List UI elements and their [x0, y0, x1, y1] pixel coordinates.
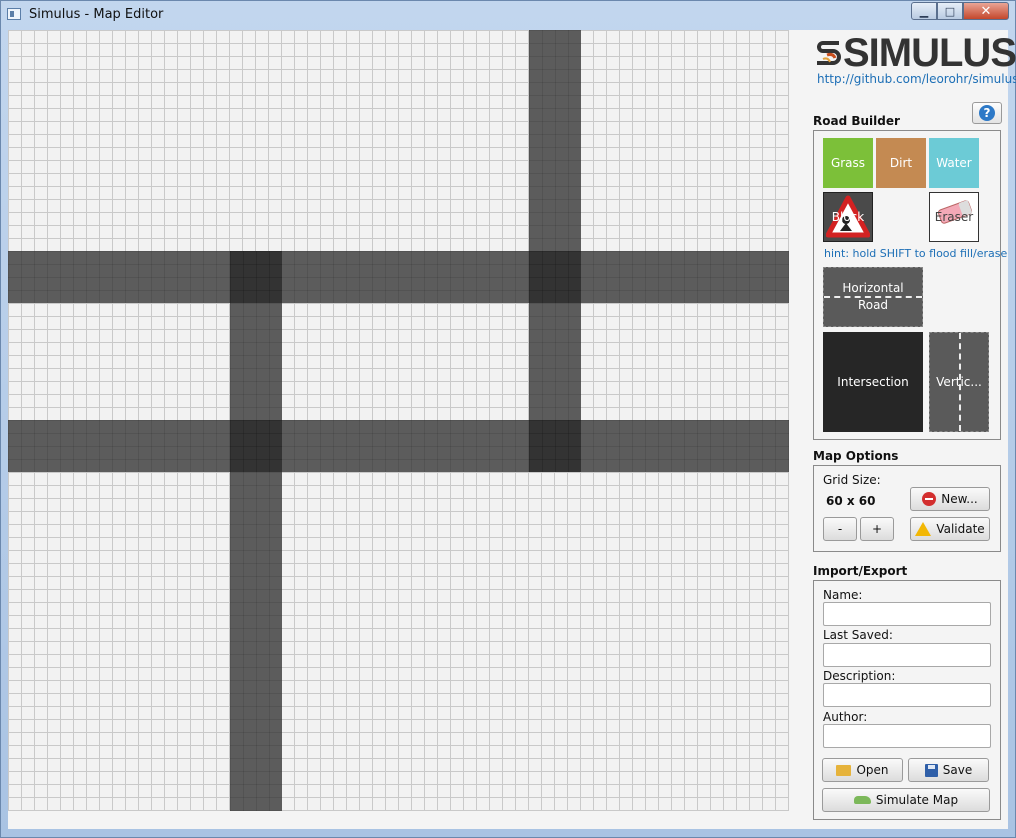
warning-icon [915, 522, 932, 536]
intersection-tile[interactable] [230, 251, 282, 303]
window-title: Simulus - Map Editor [29, 7, 164, 22]
grass-tile-button[interactable]: Grass [823, 138, 873, 188]
client-area: SIMULUS http://github.com/leorohr/simulu… [8, 30, 1016, 829]
window-frame: Simulus - Map Editor ▁ □ ✕ SIMULUS http:… [0, 0, 1016, 838]
help-icon: ? [979, 105, 995, 121]
description-input[interactable] [823, 683, 991, 707]
import-export-title: Import/Export [813, 564, 908, 578]
dirt-tile-button[interactable]: Dirt [876, 138, 926, 188]
intersection-tile[interactable] [230, 420, 282, 472]
maximize-button[interactable]: □ [937, 2, 963, 20]
vertical-road-left[interactable] [230, 251, 282, 811]
water-tile-button[interactable]: Water [929, 138, 979, 188]
simulate-map-label: Simulate Map [875, 793, 959, 807]
open-button[interactable]: Open [822, 758, 903, 782]
simulus-logo: SIMULUS [813, 33, 1016, 73]
logo-mark-icon [817, 41, 841, 65]
save-button[interactable]: Save [908, 758, 989, 782]
eraser-tile-button[interactable]: Eraser [929, 192, 979, 242]
author-input[interactable] [823, 724, 991, 748]
intersection-tile-button[interactable]: Intersection [823, 332, 923, 432]
import-export-box: Name: Last Saved: Description: Author: O… [813, 580, 1001, 820]
horizontal-road-tile-button[interactable]: Horizontal Road [823, 267, 923, 327]
logo-text: SIMULUS [843, 31, 1016, 75]
grid-size-value: 60 x 60 [826, 494, 876, 508]
road-builder-title: Road Builder [813, 114, 900, 128]
app-icon [7, 8, 21, 20]
intersection-tile[interactable] [529, 420, 581, 472]
horizontal-road-top[interactable] [8, 251, 789, 303]
window-controls: ▁ □ ✕ [911, 2, 1009, 21]
validate-label: Validate [936, 522, 985, 536]
name-label: Name: [823, 588, 863, 602]
block-tile-label: Block [831, 210, 865, 224]
last-saved-input[interactable] [823, 643, 991, 667]
save-label: Save [942, 763, 973, 777]
title-bar: Simulus - Map Editor ▁ □ ✕ [1, 1, 1015, 29]
description-label: Description: [823, 669, 896, 683]
new-map-button[interactable]: New... [910, 487, 990, 511]
vertical-road-tile-button[interactable]: Vertic... [929, 332, 989, 432]
minimize-button[interactable]: ▁ [911, 2, 937, 20]
grid-size-label: Grid Size: [823, 473, 881, 487]
flood-fill-hint: hint: hold SHIFT to flood fill/erase [824, 247, 1008, 260]
horizontal-road-label: Horizontal Road [842, 281, 904, 312]
intersection-tile[interactable] [529, 251, 581, 303]
last-saved-label: Last Saved: [823, 628, 893, 642]
close-button[interactable]: ✕ [963, 2, 1009, 20]
github-link[interactable]: http://github.com/leorohr/simulus [817, 72, 1016, 86]
simulate-map-button[interactable]: Simulate Map [822, 788, 990, 812]
new-map-label: New... [941, 492, 978, 506]
block-tile-button[interactable]: Block [823, 192, 873, 242]
map-grid[interactable] [8, 30, 789, 811]
validate-button[interactable]: Validate [910, 517, 990, 541]
map-options-box: Grid Size: 60 x 60 New... - + Validate [813, 465, 1001, 552]
horizontal-road-bottom[interactable] [8, 420, 789, 472]
help-button[interactable]: ? [972, 102, 1002, 124]
increase-grid-button[interactable]: + [860, 517, 894, 541]
car-icon [853, 796, 871, 804]
map-options-title: Map Options [813, 449, 899, 463]
stop-icon [922, 492, 937, 506]
folder-icon [836, 764, 852, 776]
floppy-disk-icon [924, 763, 938, 777]
open-label: Open [856, 763, 889, 777]
tool-panel: SIMULUS http://github.com/leorohr/simulu… [807, 30, 1016, 829]
horizontal-scrollbar[interactable] [8, 811, 789, 829]
decrease-grid-button[interactable]: - [823, 517, 857, 541]
author-label: Author: [823, 710, 868, 724]
vertical-road-label: Vertic... [936, 375, 982, 389]
vertical-scrollbar[interactable] [789, 30, 807, 811]
eraser-tile-label: Eraser [934, 210, 974, 224]
name-input[interactable] [823, 602, 991, 626]
road-builder-box: Grass Dirt Water Block Eraser hint: hold… [813, 130, 1007, 440]
